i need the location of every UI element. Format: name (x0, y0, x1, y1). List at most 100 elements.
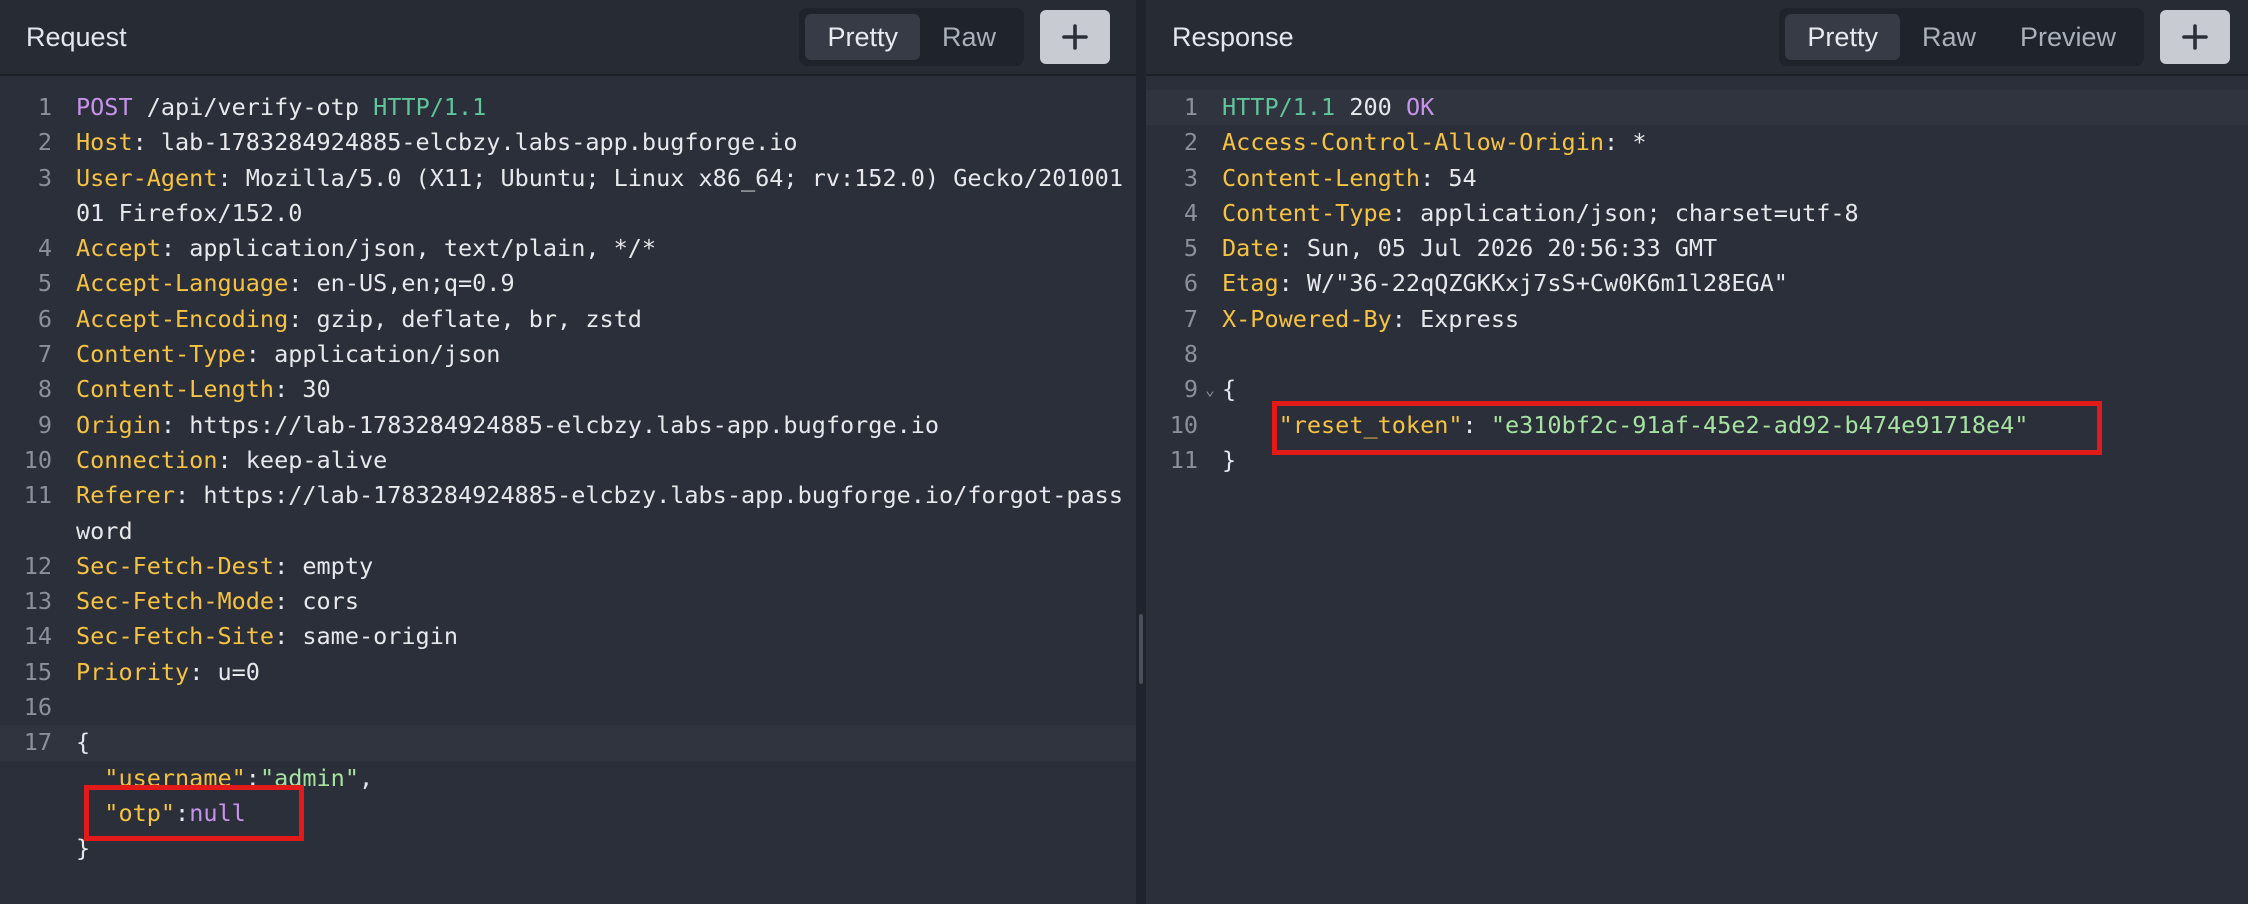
header-name: Accept (76, 234, 161, 263)
code-line: 1 POST /api/verify-otp HTTP/1.1 (0, 90, 1136, 125)
response-add-button[interactable] (2160, 10, 2230, 64)
header-value: application/json; charset=utf-8 (1420, 198, 1859, 227)
code-line: 12 Sec-Fetch-Dest: empty (0, 549, 1136, 584)
header-value: u=0 (217, 657, 260, 686)
header-name: Content-Length (76, 375, 275, 404)
header-value: keep-alive (245, 445, 388, 474)
reset-token-highlight-box (1272, 401, 2102, 455)
header-name: Sec-Fetch-Dest (76, 551, 275, 580)
header-value: W/"36-22qQZGKKxj7sS+Cw0K6m1l28EGA" (1306, 269, 1788, 298)
header-name: Host (76, 128, 133, 157)
line-number: 1 (1183, 93, 1198, 121)
code-line: 17 { (0, 725, 1136, 761)
request-editor[interactable]: 1 POST /api/verify-otp HTTP/1.1 2 Host: l… (0, 76, 1136, 867)
header-value: 30 (302, 375, 331, 404)
code-line: 1 HTTP/1.1 200 OK (1146, 90, 2248, 126)
response-header: Response Pretty Raw Preview (1146, 0, 2248, 76)
request-tab-raw[interactable]: Raw (920, 14, 1018, 60)
line-number: 11 (23, 481, 52, 510)
response-status-text: OK (1405, 93, 1435, 121)
line-number: 7 (37, 340, 52, 369)
code-line: 9 Origin: https://lab-1783284924885-elcbz… (0, 408, 1136, 443)
line-number: 6 (37, 304, 52, 333)
line-number: 2 (1183, 128, 1198, 157)
header-value: lab-1783284924885-elcbzy.labs-app.bugfor… (160, 128, 798, 157)
response-tab-pretty[interactable]: Pretty (1785, 14, 1900, 60)
request-add-button[interactable] (1040, 10, 1110, 64)
line-number: 16 (23, 693, 52, 722)
code-line: 8 Content-Length: 30 (0, 372, 1136, 407)
line-number: 4 (37, 234, 52, 263)
code-line: 15 Priority: u=0 (0, 655, 1136, 690)
header-value: en-US,en;q=0.9 (316, 269, 515, 298)
header-value: https://lab-1783284924885-elcbzy.labs-ap… (189, 410, 940, 439)
line-number: 3 (1183, 163, 1198, 192)
request-path: /api/verify-otp (132, 93, 374, 121)
response-view-switcher: Pretty Raw Preview (1779, 8, 2144, 66)
plus-icon (2182, 24, 2208, 50)
json-comma: , (358, 763, 374, 792)
line-number: 9 (1183, 375, 1198, 404)
line-number: 1 (37, 93, 52, 121)
response-status-code: 200 (1335, 93, 1406, 121)
chevron-down-icon[interactable]: ⌄ (1198, 372, 1222, 407)
header-value: cors (302, 587, 359, 616)
code-line: 7 Content-Type: application/json (0, 337, 1136, 372)
body-open-brace: { (76, 728, 91, 757)
code-line: 4 Content-Type: application/json; charset… (1146, 196, 2248, 231)
code-line: 6 Etag: W/"36-22qQZGKKxj7sS+Cw0K6m1l28EGA… (1146, 266, 2248, 301)
line-number: 14 (23, 622, 52, 651)
splitter-grip[interactable] (1139, 614, 1143, 684)
header-name: Priority (76, 657, 190, 686)
line-number: 7 (1183, 304, 1198, 333)
header-value: same-origin (302, 622, 459, 651)
line-number: 12 (23, 551, 52, 580)
header-value: Express (1420, 304, 1520, 333)
header-name: X-Powered-By (1222, 304, 1392, 333)
response-pane: Response Pretty Raw Preview 1 HTTP/1.1 2… (1146, 0, 2248, 904)
line-number: 8 (1183, 340, 1198, 369)
header-name: User-Agent (76, 163, 218, 192)
header-name: Accept-Encoding (76, 304, 289, 333)
request-view-switcher: Pretty Raw (799, 8, 1024, 66)
code-line: 3 Content-Length: 54 (1146, 161, 2248, 196)
line-number: 6 (1183, 269, 1198, 298)
line-number: 10 (23, 445, 52, 474)
line-number: 2 (37, 128, 52, 157)
plus-icon (1062, 24, 1088, 50)
header-name: Content-Type (76, 340, 246, 369)
header-name: Content-Type (1222, 198, 1392, 227)
line-number: 8 (37, 375, 52, 404)
header-name: Sec-Fetch-Site (76, 622, 275, 651)
header-value: * (1632, 128, 1647, 157)
header-name: Date (1222, 234, 1279, 263)
code-line: 3 User-Agent: Mozilla/5.0 (X11; Ubuntu; L… (0, 161, 1136, 232)
header-name: Access-Control-Allow-Origin (1222, 128, 1605, 157)
header-name: Etag (1222, 269, 1279, 298)
request-title: Request (26, 21, 127, 52)
header-name: Origin (76, 410, 161, 439)
request-protocol: HTTP/1.1 (373, 93, 487, 121)
line-number: 17 (23, 728, 52, 757)
code-line: 13 Sec-Fetch-Mode: cors (0, 584, 1136, 619)
request-tab-pretty[interactable]: Pretty (805, 14, 920, 60)
line-number: 11 (1169, 445, 1198, 474)
line-number: 13 (23, 587, 52, 616)
header-name: Content-Length (1222, 163, 1421, 192)
line-number: 3 (37, 163, 52, 192)
header-name: Accept-Language (76, 269, 289, 298)
pane-splitter[interactable] (1136, 0, 1146, 904)
code-line: 16 (0, 690, 1136, 725)
response-tab-preview[interactable]: Preview (1998, 14, 2138, 60)
line-number: 15 (23, 657, 52, 686)
header-value: empty (302, 551, 374, 580)
request-pane: Request Pretty Raw 1 POST /api/verify-ot… (0, 0, 1136, 904)
code-line: 5 Accept-Language: en-US,en;q=0.9 (0, 266, 1136, 301)
request-header: Request Pretty Raw (0, 0, 1136, 76)
code-line: 10 Connection: keep-alive (0, 443, 1136, 478)
response-tab-raw[interactable]: Raw (1900, 14, 1998, 60)
response-protocol: HTTP/1.1 (1222, 93, 1336, 121)
code-line: 14 Sec-Fetch-Site: same-origin (0, 619, 1136, 654)
response-title: Response (1172, 21, 1294, 52)
code-line: 8 (1146, 337, 2248, 372)
